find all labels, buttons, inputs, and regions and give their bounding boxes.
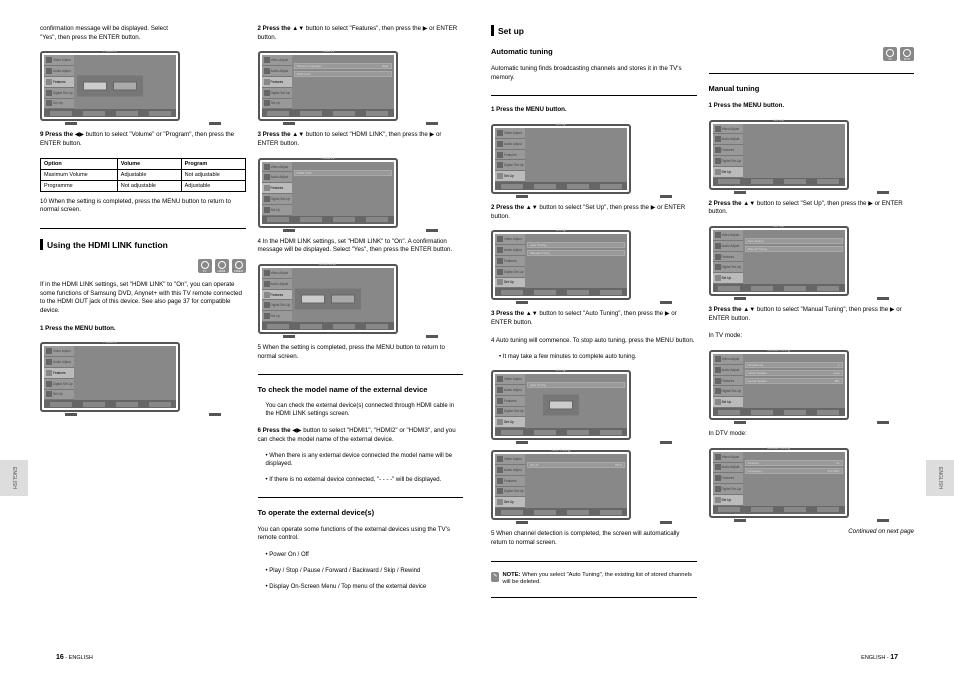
page-number-left: 16 - ENGLISH (56, 654, 93, 661)
tv-screenshot: Set Up Video Adjust Audio Adjust Feature… (709, 120, 915, 194)
up-down-icon: ▲▼ (743, 201, 755, 207)
tv-screenshot: Auto Tuning Video Adjust Audio Adjust Fe… (491, 450, 697, 524)
page-number-right: ENGLISH - 17 (861, 654, 898, 661)
right-col2: TV DTV Manual tuning 1 Press the MENU bu… (709, 47, 915, 602)
mode-icon: VIDEO (232, 259, 246, 273)
heading-setup: Set up (491, 25, 914, 36)
up-down-icon: ▲▼ (743, 307, 755, 313)
note: ✎ NOTE: When you select "Auto Tuning", t… (491, 572, 697, 587)
right-page: Set up Automatic tuning Automatic tuning… (491, 25, 914, 602)
edge-tab-right: ENGLISH (926, 460, 954, 496)
yes-button (83, 82, 107, 91)
edge-tab-left: ENGLISH (0, 460, 28, 496)
left-page: confirmation message will be displayed. … (40, 25, 463, 602)
mode-icon: TV (883, 47, 897, 61)
mode-icon: DTV (900, 47, 914, 61)
left-right-icon: ◀▶ (75, 132, 84, 138)
tv-screenshot: Manual Tuning Video Adjust Audio Adjust … (709, 448, 915, 522)
mode-icon: HDMI (215, 259, 229, 273)
tv-screenshot: Manual Tuning Video Adjust Audio Adjust … (709, 350, 915, 424)
up-down-icon: ▲▼ (292, 26, 304, 32)
step-text: 10 When the setting is completed, press … (40, 198, 246, 215)
tv-screenshot: Features Video Adjust Audio Adjust Featu… (258, 158, 464, 232)
tv-screenshot: Features Video Adjust Audio Adjust Featu… (40, 342, 246, 416)
up-down-icon: ▲▼ (526, 205, 538, 211)
right-col1: Automatic tuning Automatic tuning finds … (491, 47, 697, 602)
no-button (113, 82, 137, 91)
tv-screenshot: Set Up Video Adjust Audio Adjust Feature… (491, 124, 697, 198)
mode-icon: TV (198, 259, 212, 273)
options-table: OptionVolumeProgram Maximum VolumeAdjust… (40, 158, 246, 192)
tv-screenshot: Features Video Adjust Audio Adjust Featu… (258, 51, 464, 125)
left-col2: 2 Press the ▲▼ button to select "Feature… (258, 25, 464, 593)
note-icon: ✎ (491, 572, 499, 582)
section-title: To check the model name of the external … (258, 385, 464, 394)
up-down-icon: ▲▼ (292, 132, 304, 138)
left-col1: confirmation message will be displayed. … (40, 25, 246, 593)
tv-screenshot: Set Up Video Adjust Audio Adjust Feature… (491, 230, 697, 304)
up-down-icon: ▲▼ (526, 311, 538, 317)
tv-screenshot: Features Video Adjust Audio Adjust Featu… (40, 51, 246, 125)
tv-screenshot: Set Up Video Adjust Audio Adjust Feature… (491, 370, 697, 444)
tv-screenshot: Set Up Video Adjust Audio Adjust Feature… (709, 226, 915, 300)
text: confirmation message will be displayed. … (40, 25, 246, 42)
tv-screenshot: HDMI LINK Video Adjust Audio Adjust Feat… (258, 264, 464, 338)
page-spread: confirmation message will be displayed. … (40, 25, 914, 602)
heading-hdmi-link: Using the HDMI LINK function (40, 239, 246, 250)
